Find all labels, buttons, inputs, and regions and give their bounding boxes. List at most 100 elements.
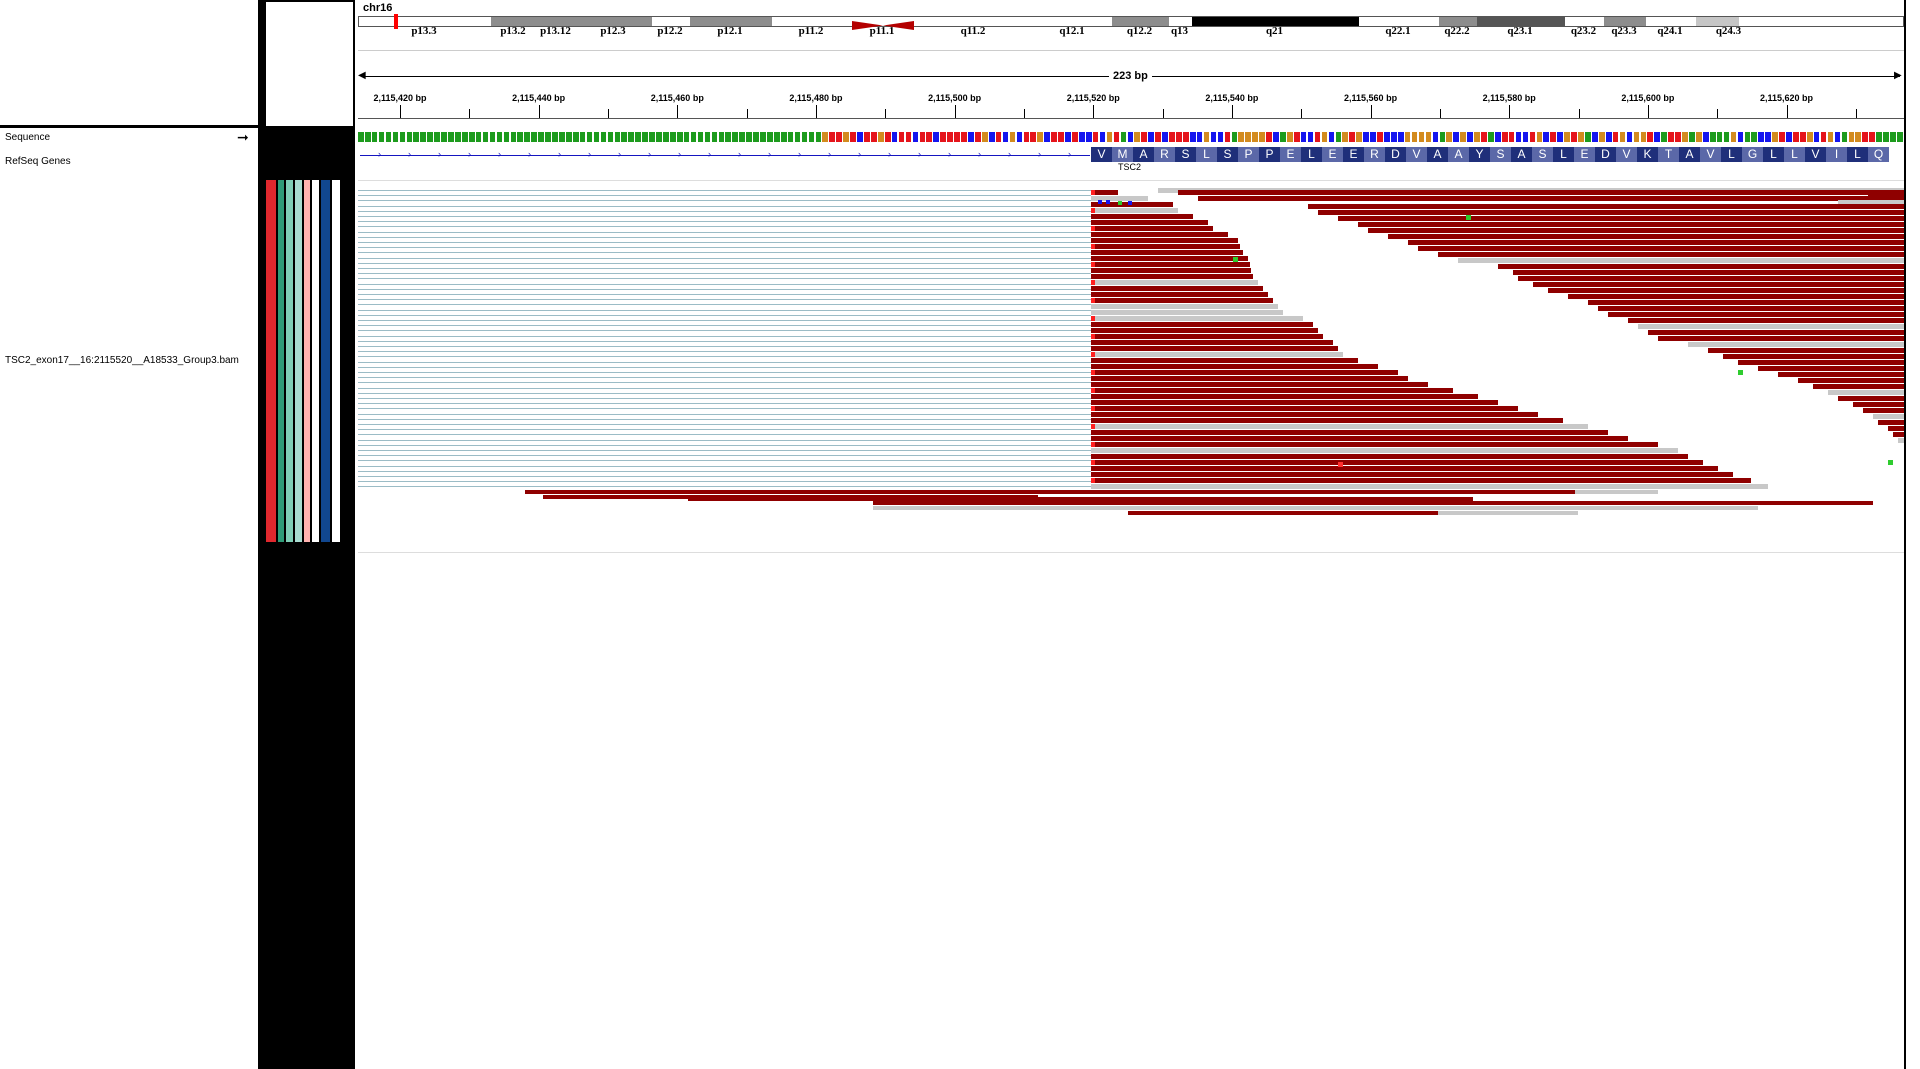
split-read-line — [358, 356, 1091, 358]
split-read-line — [358, 330, 1091, 332]
split-read-line — [358, 236, 1091, 238]
alignment-read — [1548, 288, 1904, 293]
bam-track-name[interactable]: TSC2_exon17__16:2115520__A18533_Group3.b… — [5, 355, 239, 366]
split-read-line — [358, 444, 1091, 446]
right-margin — [1906, 0, 1920, 1069]
refseq-track-name[interactable]: RefSeq Genes — [5, 156, 71, 167]
alignment-read — [1388, 234, 1904, 239]
clip-marker — [1091, 316, 1095, 321]
alignment-read — [1091, 202, 1173, 207]
split-read-line — [358, 242, 1091, 243]
insertion-marker — [1118, 201, 1122, 205]
split-read-line — [358, 408, 1091, 410]
split-read-line — [358, 247, 1091, 249]
alignment-read — [1878, 420, 1904, 425]
alignment-read — [1091, 448, 1678, 453]
alignment-read — [1091, 328, 1318, 333]
clip-marker — [1091, 334, 1095, 339]
alignment-read — [1091, 358, 1358, 363]
alignment-read — [1588, 300, 1904, 305]
split-read-line — [358, 382, 1091, 384]
alignment-read — [1828, 390, 1904, 395]
attribute-separator — [302, 128, 304, 1069]
strand-arrow-icon[interactable]: ➞ — [237, 130, 249, 144]
split-read-line — [358, 221, 1091, 223]
split-read-line — [358, 465, 1091, 467]
track-name-header — [0, 0, 262, 128]
alignment-read — [1688, 342, 1904, 347]
alignment-read — [1091, 292, 1268, 297]
clip-marker — [1091, 280, 1095, 285]
alignment-read — [1723, 354, 1904, 359]
split-read-line — [358, 476, 1091, 477]
alignment-read — [1091, 310, 1283, 315]
alignment-read — [1091, 334, 1323, 339]
split-read-line — [358, 299, 1091, 301]
alignment-read — [1091, 436, 1628, 441]
alignment-read — [1813, 384, 1904, 389]
alignment-read — [1091, 406, 1518, 411]
split-read-line — [358, 252, 1091, 254]
sequence-track-name[interactable]: Sequence — [5, 132, 50, 143]
alignment-read — [1091, 340, 1333, 345]
split-read-line — [358, 283, 1091, 285]
alignment-read — [1513, 270, 1904, 275]
attribute-separator — [284, 128, 286, 1069]
alignment-read — [1091, 478, 1751, 483]
split-read-line — [358, 268, 1091, 269]
split-read-line — [358, 346, 1091, 347]
alignment-read — [1518, 276, 1904, 281]
clip-marker — [1091, 298, 1095, 303]
alignment-read — [1091, 460, 1703, 465]
attribute-columns — [264, 128, 354, 1069]
split-read-line — [358, 418, 1091, 420]
split-read-line — [358, 190, 1091, 191]
alignment-read — [1091, 220, 1208, 225]
alignment-read — [1568, 294, 1904, 299]
alignment-read — [1458, 258, 1904, 263]
attribute-header — [266, 2, 353, 126]
split-read-line — [358, 460, 1091, 462]
clip-marker — [1091, 442, 1095, 447]
alignment-read — [1758, 366, 1904, 371]
split-read-line — [358, 210, 1091, 212]
alignment-read — [1091, 322, 1313, 327]
split-read-line — [358, 314, 1091, 316]
alignment-read — [1598, 306, 1904, 311]
split-read-line — [358, 294, 1091, 295]
clip-marker — [1091, 370, 1095, 375]
alignment-read — [1368, 228, 1904, 233]
mismatch-base — [1338, 462, 1343, 467]
insertion-marker — [1128, 201, 1132, 205]
alignment-read — [1853, 402, 1904, 407]
clip-marker — [1091, 208, 1095, 213]
alignment-read — [1091, 316, 1303, 321]
alignment-read — [1408, 240, 1904, 245]
alignment-read — [1198, 196, 1904, 201]
split-read-line — [358, 200, 1091, 202]
clip-marker — [1091, 262, 1095, 267]
alignment-read — [1091, 214, 1193, 219]
clip-marker — [1091, 460, 1095, 465]
alignment-read — [1091, 262, 1250, 267]
alignment-read — [1091, 190, 1118, 195]
clip-marker — [1091, 244, 1095, 249]
alignment-read — [1091, 352, 1343, 357]
split-read-line — [358, 351, 1091, 353]
alignment-read — [1338, 216, 1904, 221]
split-read-line — [358, 470, 1091, 472]
alignment-read — [1091, 382, 1428, 387]
alignment-bottom-border — [358, 552, 1904, 553]
alignment-read — [1648, 330, 1904, 335]
split-read-line — [358, 320, 1091, 321]
alignment-read — [1318, 210, 1904, 215]
attribute-separator — [264, 128, 266, 1069]
alignment-read — [1658, 336, 1904, 341]
mismatch-base — [1466, 215, 1471, 220]
alignment-reads[interactable] — [358, 0, 1904, 560]
alignment-read — [1438, 252, 1904, 257]
insertion-marker — [1098, 200, 1102, 204]
split-read-line — [358, 366, 1091, 368]
clip-marker — [1091, 352, 1095, 357]
split-read-line — [358, 434, 1091, 436]
